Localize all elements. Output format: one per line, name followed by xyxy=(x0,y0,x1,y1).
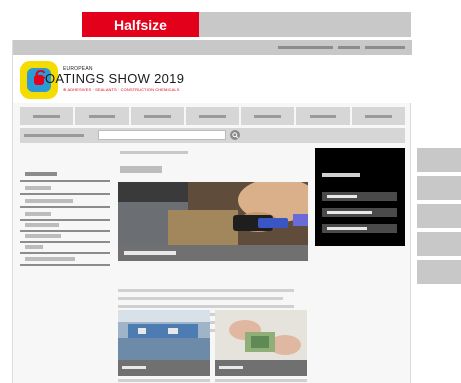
skyscraper-ad-block[interactable] xyxy=(417,204,461,228)
skyscraper-ad-block[interactable] xyxy=(417,148,461,172)
nav-item[interactable] xyxy=(75,107,129,125)
halfsize-banner-button[interactable]: Halfsize xyxy=(82,12,199,37)
sidebar-item[interactable] xyxy=(25,234,61,238)
ad-title-placeholder xyxy=(322,173,360,177)
teaser-text-line xyxy=(118,305,294,308)
page: Halfsize EUROPEAN C OATINGS SHOW 2019 ⊕ … xyxy=(0,0,461,383)
nav-item[interactable] xyxy=(351,107,405,125)
ad-link-button[interactable] xyxy=(322,224,397,233)
thumbnail-caption-placeholder xyxy=(219,366,243,369)
thumbnail-photo xyxy=(215,310,307,360)
website-frame: EUROPEAN C OATINGS SHOW 2019 ⊕ ADHESIVES… xyxy=(12,40,412,383)
sidebar-item[interactable] xyxy=(25,257,75,261)
sidebar-divider xyxy=(20,230,110,232)
ad-link-label-placeholder xyxy=(327,195,357,198)
search-bar xyxy=(20,128,405,143)
teaser-text-line xyxy=(118,289,294,292)
nav-item-label-placeholder xyxy=(309,115,337,118)
search-icon-glyph xyxy=(231,131,239,139)
thumbnail-image[interactable] xyxy=(118,310,210,360)
nav-item[interactable] xyxy=(241,107,295,125)
ad-box[interactable] xyxy=(315,148,405,246)
ad-link-button[interactable] xyxy=(322,208,397,217)
section-breadcrumb-placeholder xyxy=(120,151,188,154)
banner-spacer xyxy=(12,12,82,37)
thumbnail-caption[interactable] xyxy=(118,360,210,376)
thumbnail-text-line xyxy=(118,379,210,382)
hero-caption[interactable] xyxy=(118,245,308,261)
ad-link-label-placeholder xyxy=(327,227,367,230)
skyscraper-ad-block[interactable] xyxy=(417,176,461,200)
thumbnail-caption-placeholder xyxy=(122,366,146,369)
nav-item[interactable] xyxy=(296,107,350,125)
thumbnail-caption[interactable] xyxy=(215,360,307,376)
sidebar-divider xyxy=(20,264,110,266)
sidebar-divider xyxy=(20,206,110,208)
nav-item-label-placeholder xyxy=(33,115,60,118)
site-header: EUROPEAN C OATINGS SHOW 2019 ⊕ ADHESIVES… xyxy=(13,55,412,103)
sidebar-item[interactable] xyxy=(25,245,43,249)
search-input[interactable] xyxy=(98,130,226,140)
section-title-placeholder xyxy=(120,166,162,173)
utility-link[interactable] xyxy=(365,46,405,49)
sidebar-divider xyxy=(20,241,110,243)
thumbnail-photo xyxy=(118,310,210,360)
thumbnail-image[interactable] xyxy=(215,310,307,360)
ad-link-button[interactable] xyxy=(322,192,397,201)
utility-link[interactable] xyxy=(278,46,333,49)
nav-item-label-placeholder xyxy=(88,115,116,118)
hero-image[interactable] xyxy=(118,182,308,245)
nav-item-label-placeholder xyxy=(365,115,392,118)
logo-subtitle: ⊕ ADHESIVES · SEALANTS · CONSTRUCTION CH… xyxy=(63,87,180,92)
nav-item-label-placeholder xyxy=(143,115,171,118)
skyscraper-ad-block[interactable] xyxy=(417,260,461,284)
nav-item-label-placeholder xyxy=(199,115,226,118)
logo-title: OATINGS SHOW 2019 xyxy=(45,71,185,86)
sidebar-item[interactable] xyxy=(25,223,59,227)
nav-item[interactable] xyxy=(130,107,184,125)
sidebar-divider xyxy=(20,180,110,182)
sidebar-item[interactable] xyxy=(25,212,51,216)
sidebar-divider xyxy=(20,193,110,195)
utility-link[interactable] xyxy=(338,46,360,49)
top-utility-bar xyxy=(13,40,412,55)
sidebar-heading-placeholder xyxy=(25,172,57,176)
hero-photo xyxy=(118,182,308,245)
sidebar-divider xyxy=(20,219,110,221)
leaderboard-ad-placeholder[interactable] xyxy=(199,12,411,37)
main-navigation xyxy=(20,107,405,125)
nav-item[interactable] xyxy=(20,107,74,125)
sidebar-item[interactable] xyxy=(25,186,51,190)
skyscraper-ad-block[interactable] xyxy=(417,232,461,256)
search-icon[interactable] xyxy=(230,130,240,140)
breadcrumb-placeholder[interactable] xyxy=(24,134,84,137)
ad-link-label-placeholder xyxy=(327,211,372,214)
teaser-text-line xyxy=(118,297,283,300)
thumbnail-text-line xyxy=(215,379,307,382)
sidebar-item[interactable] xyxy=(25,199,73,203)
hero-caption-placeholder xyxy=(124,251,176,255)
nav-item-label-placeholder xyxy=(254,115,282,118)
sidebar-divider xyxy=(20,252,110,254)
nav-item[interactable] xyxy=(185,107,240,125)
